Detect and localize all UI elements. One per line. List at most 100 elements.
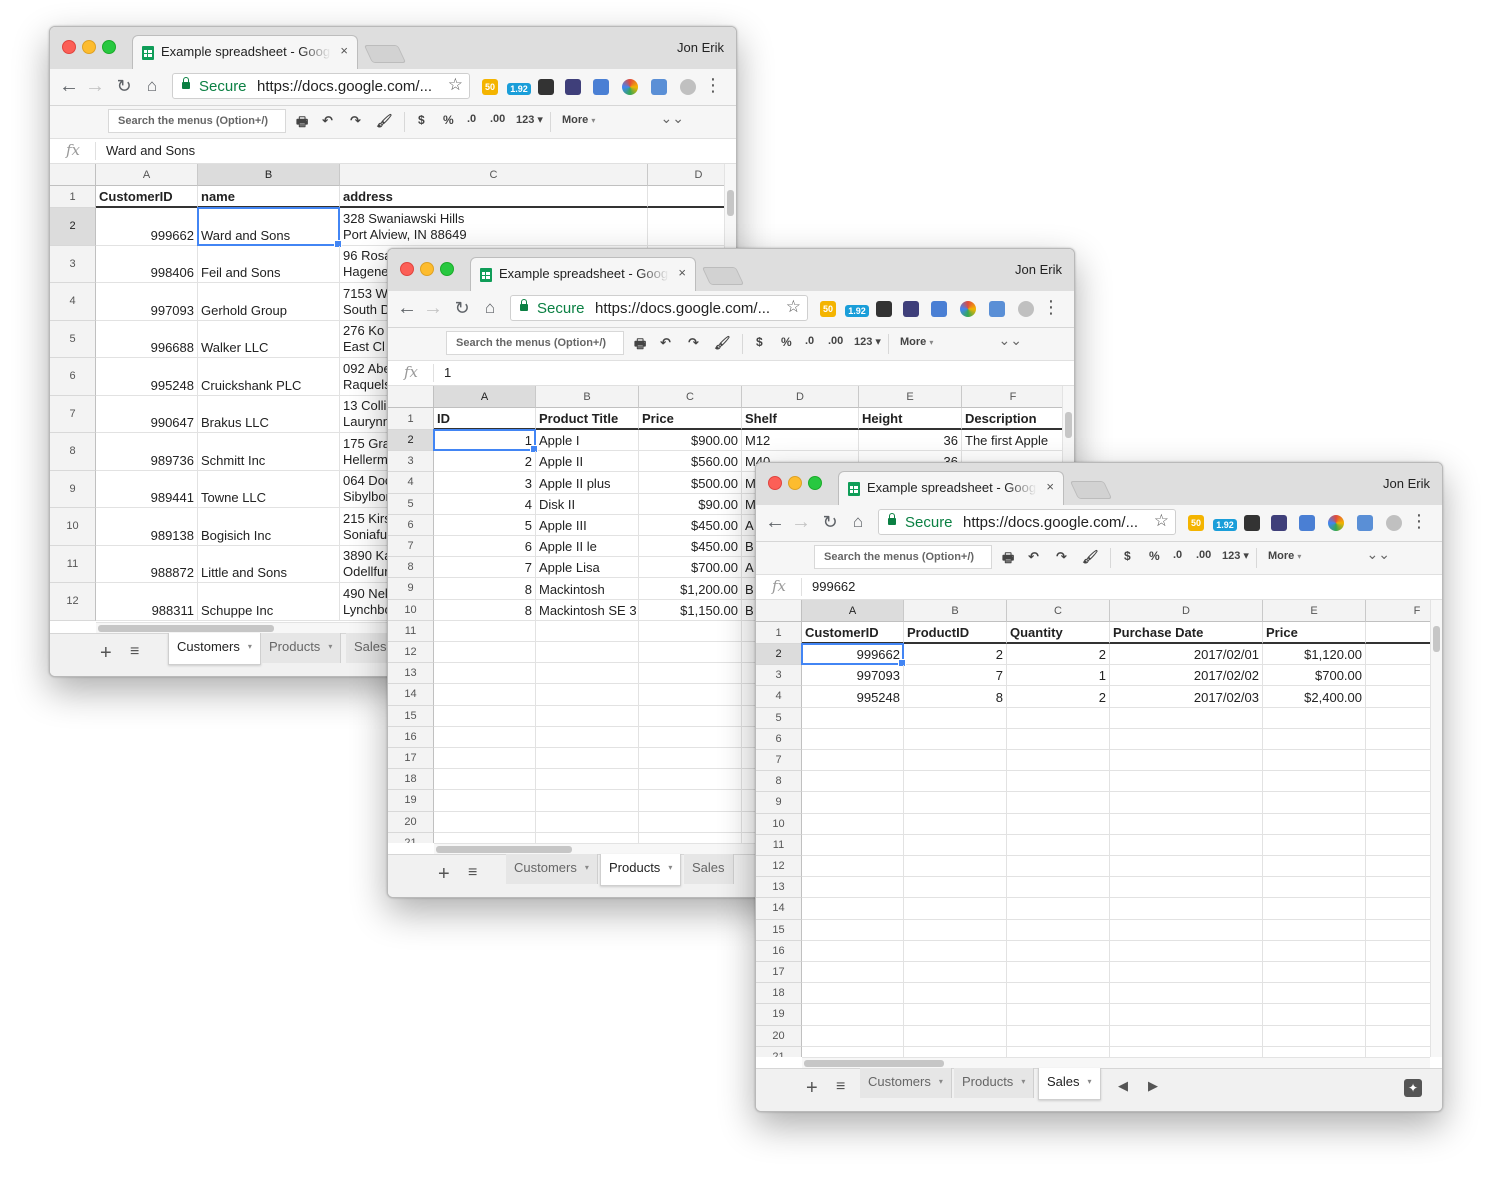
- empty-cell[interactable]: [536, 726, 639, 748]
- sales-cell[interactable]: [1366, 686, 1430, 708]
- row-header[interactable]: 5: [50, 320, 96, 358]
- product-cell[interactable]: Apple II: [536, 451, 639, 473]
- customer-name-cell[interactable]: Schmitt Inc: [198, 433, 340, 471]
- empty-cell[interactable]: [639, 748, 742, 770]
- percent-format-button[interactable]: %: [1149, 549, 1160, 563]
- empty-cell[interactable]: [802, 1046, 904, 1057]
- empty-cell[interactable]: [639, 811, 742, 833]
- profile-name[interactable]: Jon Erik: [1015, 262, 1062, 277]
- product-cell[interactable]: 4: [434, 493, 536, 515]
- next-sheet-icon[interactable]: ▶: [1148, 1078, 1158, 1094]
- column-header[interactable]: F: [1366, 600, 1430, 622]
- row-header[interactable]: 13: [388, 663, 434, 685]
- redo-icon[interactable]: ↷: [1056, 549, 1067, 565]
- formula-value[interactable]: Ward and Sons: [106, 143, 195, 158]
- empty-cell[interactable]: [904, 1004, 1007, 1026]
- currency-format-button[interactable]: $: [1124, 549, 1131, 563]
- empty-cell[interactable]: [1110, 940, 1263, 962]
- extension-icon[interactable]: [651, 79, 667, 95]
- empty-cell[interactable]: [802, 940, 904, 962]
- empty-cell[interactable]: [1110, 707, 1263, 729]
- url-field[interactable]: Secure https://docs.google.com/... ☆: [878, 509, 1176, 535]
- empty-cell[interactable]: [536, 684, 639, 706]
- empty-cell[interactable]: [1366, 792, 1430, 814]
- empty-cell[interactable]: [1007, 856, 1110, 878]
- formula-value[interactable]: 1: [444, 365, 451, 380]
- empty-cell[interactable]: [1007, 834, 1110, 856]
- column-header[interactable]: F: [962, 386, 1062, 408]
- all-sheets-button[interactable]: ≡: [836, 1078, 845, 1096]
- row-header[interactable]: 12: [388, 642, 434, 664]
- row-header[interactable]: 12: [756, 856, 802, 878]
- empty-cell[interactable]: [1366, 856, 1430, 878]
- empty-cell[interactable]: [904, 707, 1007, 729]
- empty-cell[interactable]: [904, 919, 1007, 941]
- empty-cell[interactable]: [1110, 834, 1263, 856]
- row-header[interactable]: 3: [50, 245, 96, 283]
- empty-cell[interactable]: [639, 705, 742, 727]
- scroll-thumb[interactable]: [727, 190, 734, 216]
- row-header[interactable]: 6: [388, 514, 434, 536]
- extension-version-badge[interactable]: 1.92: [1213, 519, 1237, 531]
- empty-cell[interactable]: [1110, 728, 1263, 750]
- color-wheel-extension-icon[interactable]: [1328, 515, 1344, 531]
- column-header[interactable]: C: [1007, 600, 1110, 622]
- decrease-decimals-button[interactable]: .0: [805, 335, 814, 347]
- search-menus-input[interactable]: Search the menus (Option+/): [108, 109, 286, 133]
- empty-cell[interactable]: [434, 832, 536, 843]
- column-header[interactable]: D: [742, 386, 859, 408]
- column-header[interactable]: D: [1110, 600, 1263, 622]
- empty-cell[interactable]: [904, 983, 1007, 1005]
- column-header[interactable]: E: [859, 386, 962, 408]
- customer-id-cell[interactable]: 989441: [96, 470, 198, 508]
- empty-cell[interactable]: [1366, 814, 1430, 835]
- row-header[interactable]: 7: [756, 750, 802, 772]
- extension-icon[interactable]: [876, 301, 892, 317]
- empty-cell[interactable]: [536, 832, 639, 843]
- forward-icon[interactable]: →: [84, 74, 106, 98]
- row-header[interactable]: 11: [388, 620, 434, 642]
- profile-name[interactable]: Jon Erik: [677, 40, 724, 55]
- new-tab-button[interactable]: [701, 267, 745, 285]
- undo-icon[interactable]: ↶: [1028, 549, 1039, 565]
- empty-cell[interactable]: [904, 750, 1007, 772]
- empty-cell[interactable]: [1263, 707, 1366, 729]
- header-cell[interactable]: ID: [434, 408, 536, 430]
- undo-icon[interactable]: ↶: [322, 113, 333, 129]
- empty-cell[interactable]: [1263, 771, 1366, 793]
- formula-value[interactable]: 999662: [812, 579, 855, 594]
- row-header[interactable]: 4: [50, 283, 96, 321]
- empty-cell[interactable]: [1263, 813, 1366, 835]
- extension-icon[interactable]: [1357, 515, 1373, 531]
- product-cell[interactable]: The first Apple: [962, 430, 1062, 452]
- empty-cell[interactable]: [1366, 835, 1430, 856]
- scroll-thumb[interactable]: [436, 846, 572, 853]
- empty-cell[interactable]: [1110, 771, 1263, 793]
- forward-icon[interactable]: →: [790, 510, 812, 534]
- customer-name-cell[interactable]: Little and Sons: [198, 545, 340, 583]
- color-wheel-extension-icon[interactable]: [960, 301, 976, 317]
- column-header[interactable]: A: [434, 386, 536, 408]
- product-cell[interactable]: Apple III: [536, 514, 639, 536]
- column-header[interactable]: E: [1263, 600, 1366, 622]
- empty-cell[interactable]: [802, 919, 904, 941]
- empty-cell[interactable]: [1110, 792, 1263, 814]
- empty-cell[interactable]: [434, 769, 536, 791]
- extension-icon[interactable]: [565, 79, 581, 95]
- product-cell[interactable]: 36: [859, 430, 962, 452]
- address-cell[interactable]: 328 Swaniawski Hills Port Alview, IN 8864…: [340, 208, 648, 246]
- add-sheet-button[interactable]: +: [100, 642, 112, 665]
- customer-name-cell[interactable]: Ward and Sons: [198, 208, 340, 246]
- undo-icon[interactable]: ↶: [660, 335, 671, 351]
- empty-cell[interactable]: [1007, 771, 1110, 793]
- empty-cell[interactable]: [1007, 792, 1110, 814]
- row-header[interactable]: 15: [388, 705, 434, 727]
- zoom-window-button[interactable]: [102, 40, 116, 54]
- row-header[interactable]: 7: [388, 536, 434, 558]
- back-icon[interactable]: ←: [396, 296, 418, 320]
- close-window-button[interactable]: [768, 476, 782, 490]
- header-cell[interactable]: CustomerID: [96, 186, 198, 208]
- customer-id-cell[interactable]: 995248: [96, 358, 198, 396]
- empty-cell[interactable]: [639, 642, 742, 664]
- customer-id-cell[interactable]: 999662: [96, 208, 198, 246]
